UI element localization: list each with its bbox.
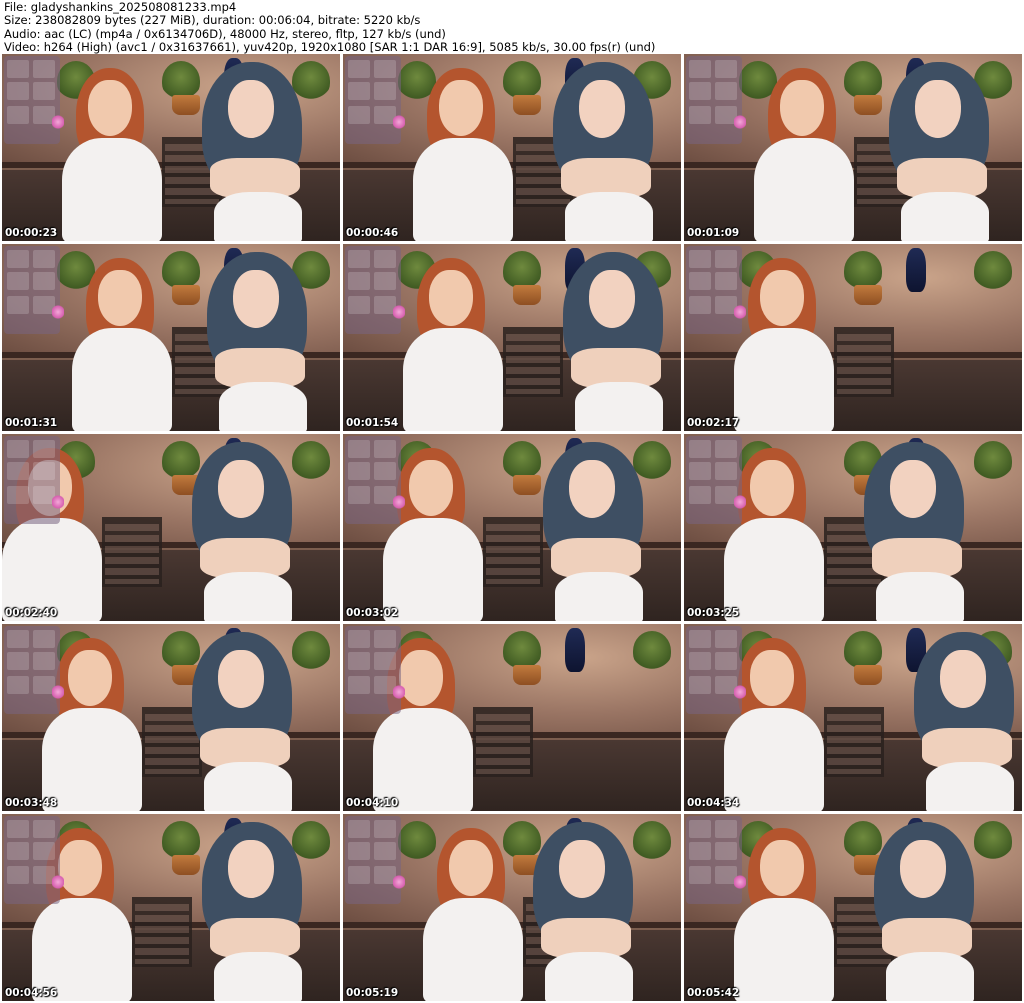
lotus-icon — [52, 494, 64, 510]
person-red-hair — [423, 828, 533, 1001]
lotus-icon — [52, 684, 64, 700]
size-line: Size: 238082809 bytes (227 MiB), duratio… — [4, 13, 421, 28]
lotus-icon — [734, 684, 746, 700]
video-thumbnail: 00:03:25 — [684, 434, 1022, 621]
tip-menu-overlay — [345, 626, 401, 714]
video-thumbnail: 00:03:02 — [343, 434, 681, 621]
tip-menu-overlay — [686, 816, 742, 904]
thumbnail-timestamp: 00:03:48 — [5, 797, 58, 809]
file-info-header: File: gladyshankins_202508081233.mp4 Siz… — [0, 0, 1024, 54]
lotus-icon — [393, 874, 405, 890]
tip-menu-overlay — [4, 56, 60, 144]
video-line: Video: h264 (High) (avc1 / 0x31637661), … — [4, 40, 656, 55]
person-blue-hair — [523, 822, 653, 1001]
person-blue-hair — [182, 442, 312, 621]
video-thumbnail: 00:04:34 — [684, 624, 1022, 811]
lotus-icon — [734, 494, 746, 510]
thumbnail-timestamp: 00:00:23 — [5, 227, 58, 239]
lotus-icon — [734, 114, 746, 130]
person-blue-hair — [904, 632, 1022, 811]
tip-menu-overlay — [686, 56, 742, 144]
person-blue-hair — [553, 252, 681, 431]
thumbnail-timestamp: 00:04:10 — [346, 797, 399, 809]
video-thumbnail: 00:01:31 — [2, 244, 340, 431]
tip-menu-overlay — [345, 816, 401, 904]
lotus-icon — [734, 304, 746, 320]
lotus-icon — [734, 874, 746, 890]
video-thumbnail: 00:05:42 — [684, 814, 1022, 1001]
flower-pot-image — [513, 665, 541, 686]
thumbnail-timestamp: 00:02:40 — [5, 607, 58, 619]
video-thumbnail: 00:04:10 — [343, 624, 681, 811]
flower-pot-image — [513, 285, 541, 306]
thumbnail-timestamp: 00:05:42 — [687, 987, 740, 999]
tip-menu-overlay — [345, 436, 401, 524]
thumbnail-timestamp: 00:01:31 — [5, 417, 58, 429]
flower-pot-image — [854, 665, 882, 686]
thumbnail-timestamp: 00:03:25 — [687, 607, 740, 619]
tip-menu-overlay — [4, 816, 60, 904]
thumbnail-timestamp: 00:01:09 — [687, 227, 740, 239]
video-thumbnail: 00:05:19 — [343, 814, 681, 1001]
person-blue-hair — [864, 822, 994, 1001]
tip-menu-overlay — [345, 246, 401, 334]
tip-menu-overlay — [686, 246, 742, 334]
video-thumbnail: 00:02:40 — [2, 434, 340, 621]
person-blue-hair — [879, 62, 1009, 241]
flower-pot-image — [854, 285, 882, 306]
person-blue-hair — [543, 62, 673, 241]
file-name-line: File: gladyshankins_202508081233.mp4 — [4, 0, 237, 14]
lotus-icon — [52, 304, 64, 320]
lotus-icon — [393, 304, 405, 320]
tip-menu-overlay — [4, 246, 60, 334]
video-thumbnail: 00:00:46 — [343, 54, 681, 241]
thumbnail-timestamp: 00:04:34 — [687, 797, 740, 809]
person-blue-hair — [854, 442, 984, 621]
video-thumbnail: 00:03:48 — [2, 624, 340, 811]
person-red-hair — [72, 258, 182, 431]
person-red-hair — [62, 68, 172, 241]
video-thumbnail: 00:04:56 — [2, 814, 340, 1001]
thumbnail-timestamp: 00:00:46 — [346, 227, 399, 239]
thumbnail-timestamp: 00:03:02 — [346, 607, 399, 619]
lotus-icon — [393, 684, 405, 700]
tip-menu-overlay — [4, 436, 60, 524]
lotus-icon — [393, 494, 405, 510]
lotus-icon — [393, 114, 405, 130]
person-red-hair — [403, 258, 513, 431]
audio-line: Audio: aac (LC) (mp4a / 0x6134706D), 480… — [4, 26, 446, 41]
person-blue-hair — [192, 62, 322, 241]
person-blue-hair — [197, 252, 327, 431]
person-red-hair — [734, 828, 844, 1001]
tip-menu-overlay — [686, 626, 742, 714]
thumbnail-timestamp: 00:04:56 — [5, 987, 58, 999]
tip-menu-overlay — [4, 626, 60, 714]
thumbnail-timestamp: 00:02:17 — [687, 417, 740, 429]
tip-menu-overlay — [686, 436, 742, 524]
vase-image — [565, 627, 585, 672]
plant-image — [974, 251, 1012, 292]
lotus-icon — [52, 114, 64, 130]
person-red-hair — [413, 68, 523, 241]
person-red-hair — [734, 258, 844, 431]
video-thumbnail: 00:02:17 — [684, 244, 1022, 431]
plant-image — [633, 631, 671, 672]
video-thumbnail: 00:00:23 — [2, 54, 340, 241]
person-blue-hair — [182, 632, 312, 811]
person-blue-hair — [192, 822, 322, 1001]
person-red-hair — [754, 68, 864, 241]
thumbnail-timestamp: 00:05:19 — [346, 987, 399, 999]
person-blue-hair — [533, 442, 663, 621]
video-thumbnail: 00:01:54 — [343, 244, 681, 431]
video-thumbnail: 00:01:09 — [684, 54, 1022, 241]
thumbnail-grid: 00:00:23 00:00:46 00:01:09 00:01:31 00:01:54… — [2, 54, 1022, 1003]
vase-image — [906, 247, 926, 292]
lotus-icon — [52, 874, 64, 890]
tip-menu-overlay — [345, 56, 401, 144]
thumbnail-timestamp: 00:01:54 — [346, 417, 399, 429]
